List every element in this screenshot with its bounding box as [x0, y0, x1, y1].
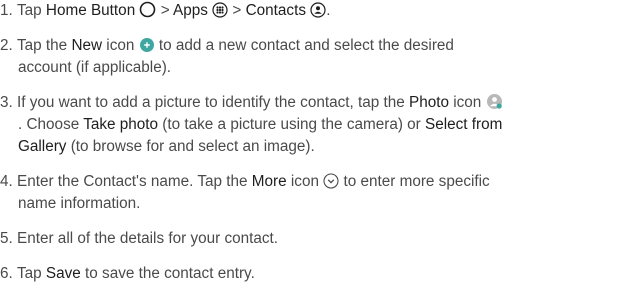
home-button-label: Home Button	[45, 2, 136, 19]
step-2: 2. Tap the New icon to add a new contact …	[0, 35, 454, 57]
contacts-label: Contacts	[245, 2, 306, 19]
apps-label: Apps	[173, 2, 208, 19]
step-5: 5. Enter all of the details for your cont…	[0, 228, 278, 250]
step-2-continued: account (if applicable).	[18, 59, 172, 76]
step-number: 5.	[0, 230, 13, 247]
step-number: 6.	[0, 265, 13, 282]
step-1: 1. Tap Home Button > Apps > Contacts .	[0, 0, 330, 22]
apps-grid-icon	[212, 2, 228, 18]
instructions-document: 1. Tap Home Button > Apps > Contacts . 2.…	[0, 0, 636, 297]
step-3-line-3: Gallery (to browse for and select an ima…	[18, 138, 315, 155]
photo-person-icon	[486, 94, 502, 109]
chevron-down-circle-icon	[323, 173, 339, 189]
more-label: More	[251, 173, 287, 190]
circle-outline-icon	[140, 1, 156, 18]
gallery-label: Gallery	[18, 138, 67, 155]
contacts-person-icon	[310, 2, 326, 18]
new-label: New	[71, 37, 103, 54]
step-number: 3.	[0, 94, 13, 111]
plus-circle-icon	[139, 38, 154, 52]
step-3: 3. If you want to add a picture to identi…	[0, 92, 503, 114]
step-4-continued: name information.	[18, 195, 141, 212]
step-number: 1.	[0, 2, 13, 19]
step-6: 6. Tap Save to save the contact entry.	[0, 263, 255, 285]
step-4: 4. Enter the Contact's name. Tap the More…	[0, 171, 490, 193]
take-photo-label: Take photo	[83, 116, 159, 133]
step-number: 2.	[0, 37, 13, 54]
select-from-gallery-label: Select from	[425, 116, 503, 133]
photo-label: Photo	[409, 94, 449, 111]
step-3-line-2: . Choose Take photo (to take a picture u…	[18, 116, 503, 133]
step-number: 4.	[0, 173, 13, 190]
save-label: Save	[45, 265, 81, 282]
